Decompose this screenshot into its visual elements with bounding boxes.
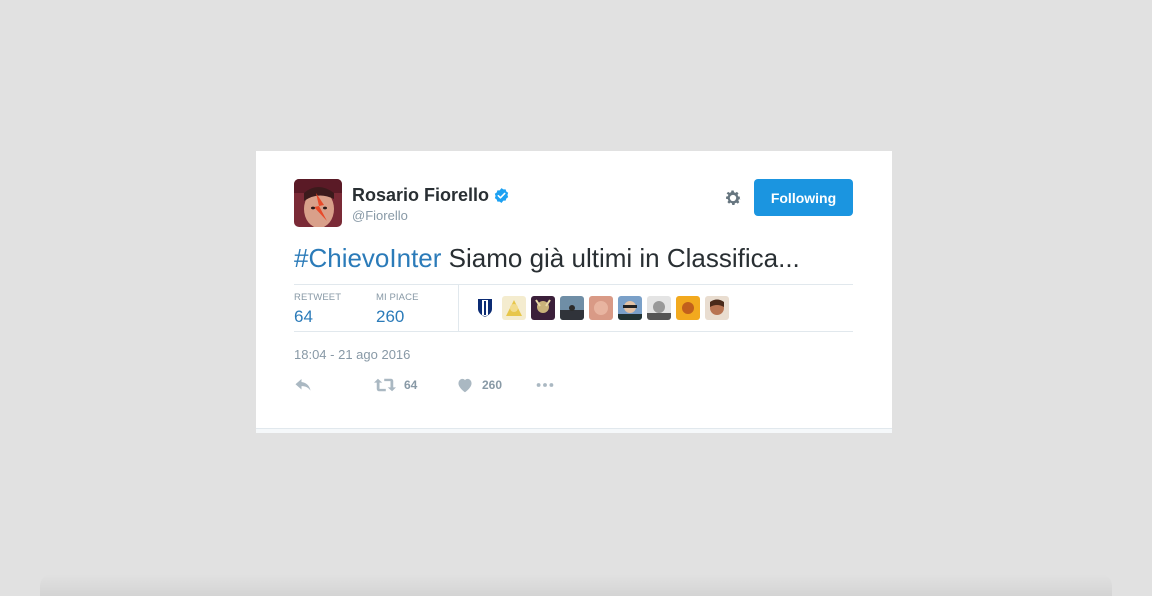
liker-avatar[interactable] [502, 296, 526, 320]
more-icon [535, 377, 555, 393]
display-name[interactable]: Rosario Fiorello [352, 185, 510, 206]
likers-avatars [473, 296, 729, 320]
card-bottom-border [256, 428, 892, 433]
user-info: Rosario Fiorello @Fiorello [352, 185, 510, 223]
liker-avatar[interactable] [589, 296, 613, 320]
retweet-icon [374, 377, 396, 393]
liker-avatar[interactable] [531, 296, 555, 320]
avatar[interactable] [294, 179, 342, 227]
like-button[interactable]: 260 [456, 377, 502, 393]
reply-button[interactable] [294, 377, 312, 393]
tweet-card: Rosario Fiorello @Fiorello Following #Ch… [256, 151, 892, 433]
hashtag-link[interactable]: #ChievoInter [294, 243, 441, 273]
verified-badge-icon [493, 187, 510, 204]
liker-avatar[interactable] [618, 296, 642, 320]
retweet-count: 64 [404, 378, 418, 392]
retweet-button[interactable]: 64 [374, 377, 417, 393]
tweet-text: #ChievoInter Siamo già ultimi in Classif… [294, 241, 854, 275]
retweet-stat[interactable]: RETWEET 64 [294, 292, 341, 327]
heart-icon [456, 377, 474, 393]
gear-icon[interactable] [723, 188, 743, 208]
like-stat-label: MI PIACE [376, 292, 419, 303]
retweet-stat-label: RETWEET [294, 292, 342, 303]
like-stat[interactable]: MI PIACE 260 [376, 292, 419, 327]
like-count: 260 [482, 378, 503, 392]
retweet-stat-value: 64 [294, 307, 313, 326]
more-button[interactable] [535, 377, 555, 393]
page-shadow [40, 574, 1112, 596]
liker-avatar[interactable] [705, 296, 729, 320]
liker-avatar[interactable] [647, 296, 671, 320]
tweet-body: Siamo già ultimi in Classifica... [441, 243, 800, 273]
liker-avatar[interactable] [676, 296, 700, 320]
liker-avatar[interactable] [473, 296, 497, 320]
following-button[interactable]: Following [754, 179, 853, 216]
stats-divider [458, 285, 459, 331]
reply-icon [294, 377, 312, 393]
tweet-timestamp[interactable]: 18:04 - 21 ago 2016 [294, 347, 410, 362]
user-handle[interactable]: @Fiorello [352, 208, 510, 223]
tweet-stats: RETWEET 64 MI PIACE 260 [294, 284, 853, 332]
display-name-text: Rosario Fiorello [352, 185, 490, 205]
liker-avatar[interactable] [560, 296, 584, 320]
tweet-actions: 64 260 [294, 377, 594, 397]
like-stat-value: 260 [376, 307, 405, 326]
